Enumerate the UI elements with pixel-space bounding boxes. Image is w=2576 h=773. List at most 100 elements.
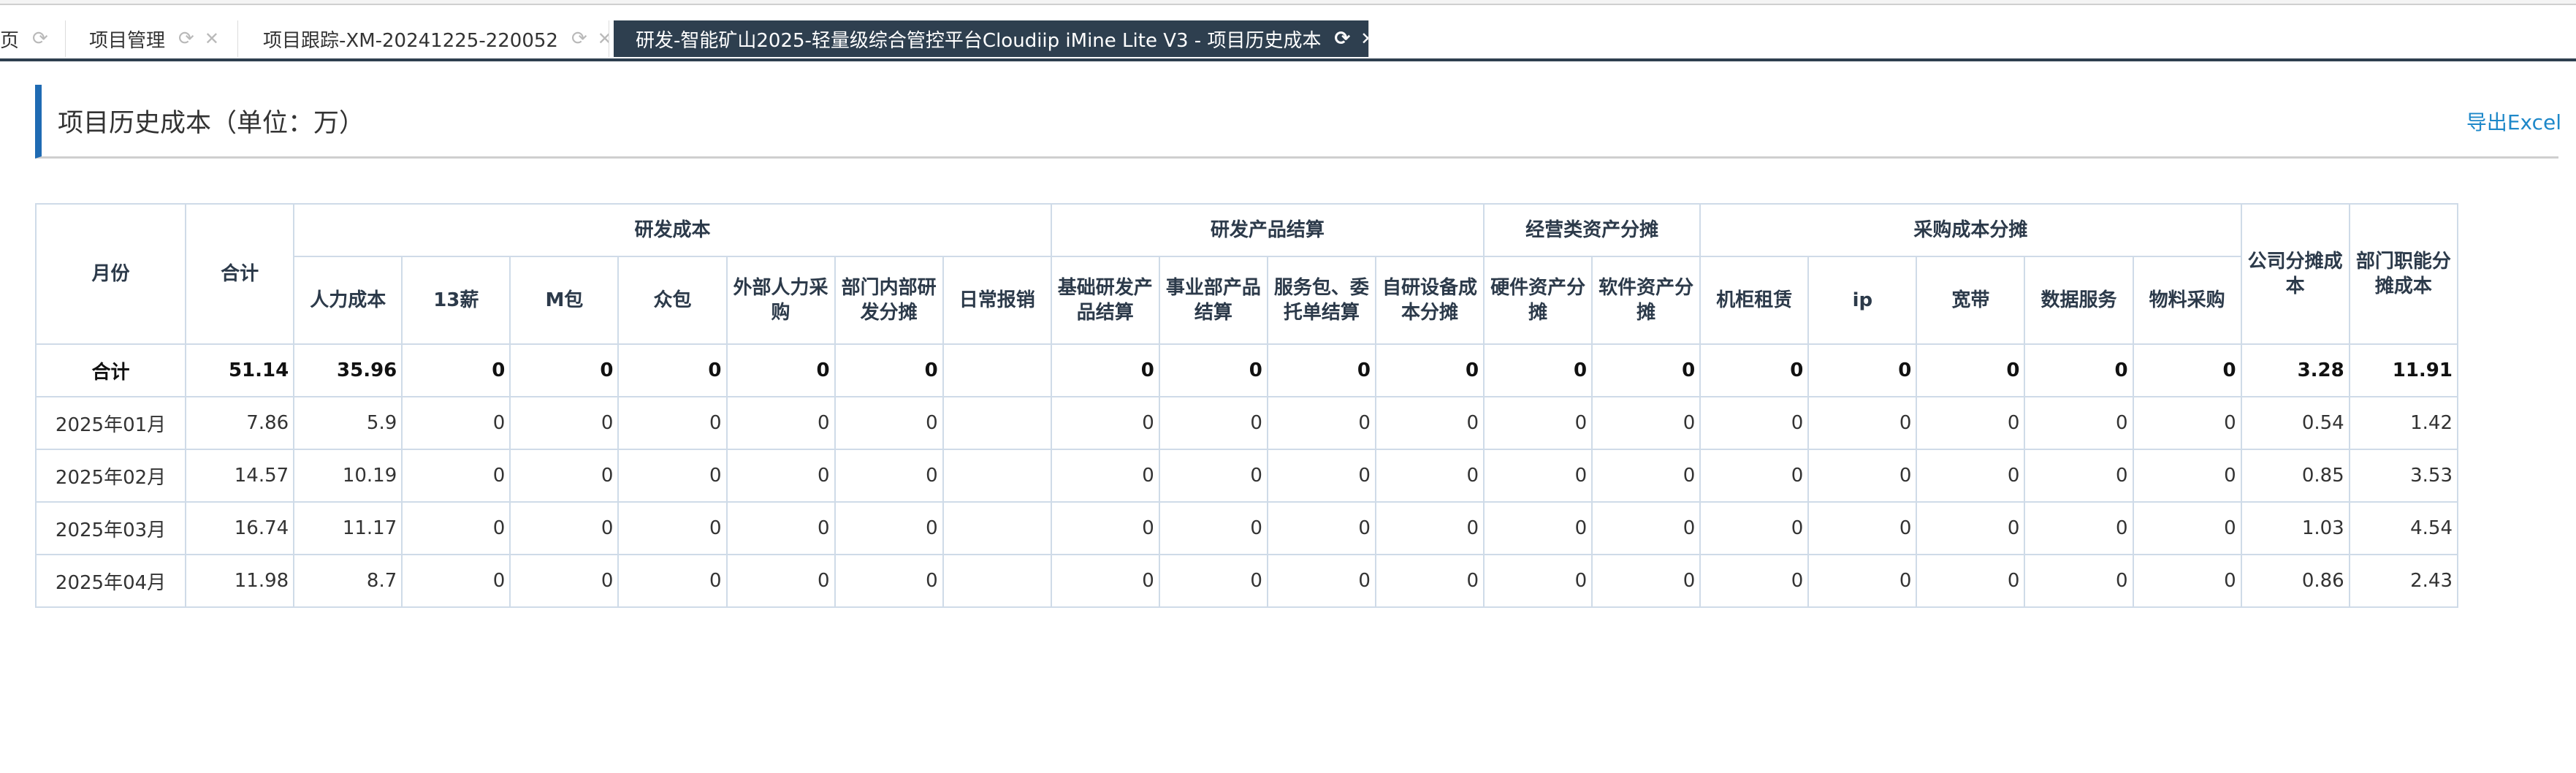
cell-value: 5.9	[293, 396, 403, 450]
cell-value: 0	[617, 554, 728, 608]
close-icon[interactable]: ✕	[598, 28, 609, 49]
cell-value: 0	[834, 343, 944, 397]
cell-value	[942, 449, 1052, 503]
tab-label: 项目跟踪-XM-20241225-220052	[263, 29, 558, 52]
header-ip: ip	[1807, 256, 1918, 345]
cell-value: 0	[1699, 396, 1810, 450]
cell-value: 0	[834, 501, 944, 555]
tab-home[interactable]: 页 ⟳	[0, 20, 66, 57]
cell-value: 0	[1374, 449, 1485, 503]
header-total: 合计	[185, 203, 295, 345]
cell-value: 0	[1916, 501, 2026, 555]
cell-value: 0	[401, 396, 511, 450]
cell-value: 0	[834, 449, 944, 503]
refresh-icon[interactable]: ⟳	[571, 28, 587, 50]
cell-value: 0	[1483, 554, 1593, 608]
cell-value: 0	[401, 554, 511, 608]
cell-total: 51.14	[185, 343, 295, 397]
cell-value: 0	[1158, 501, 1268, 555]
cell-value: 0	[1158, 343, 1268, 397]
cell-value: 0	[401, 449, 511, 503]
header-month: 月份	[34, 203, 187, 345]
header-daily-expense: 日常报销	[942, 256, 1052, 345]
refresh-icon[interactable]: ⟳	[32, 28, 48, 50]
cell-value: 0	[1699, 343, 1810, 397]
header-labor-cost: 人力成本	[293, 256, 403, 345]
cell-value: 0	[1591, 396, 1702, 450]
header-crowdsource: 众包	[617, 256, 728, 345]
header-internal-rd-share: 部门内部研发分摊	[834, 256, 944, 345]
cell-value: 10.19	[293, 449, 403, 503]
header-basic-rd-settlement: 基础研发产品结算	[1050, 256, 1160, 345]
cell-value: 0	[617, 396, 728, 450]
cell-company-share: 3.28	[2240, 343, 2350, 397]
cell-company-share: 0.54	[2240, 396, 2350, 450]
cell-value: 0	[1699, 501, 1810, 555]
header-hardware-asset: 硬件资产分摊	[1483, 256, 1593, 345]
cell-dept-share: 4.54	[2348, 501, 2459, 555]
tab-project-tracking[interactable]: 项目跟踪-XM-20241225-220052 ⟳ ✕	[238, 20, 609, 57]
cell-value: 0	[1050, 554, 1160, 608]
cell-value: 0	[725, 343, 836, 397]
tab-project-management[interactable]: 项目管理 ⟳ ✕	[66, 20, 238, 57]
cell-value: 0	[1050, 343, 1160, 397]
table-body: 合计 51.14 35.96 0 0 0 0 0 0 0 0 0 0 0 0 0 0 0 0 3.28 11.91 202…	[34, 343, 2459, 608]
header-service-settlement: 服务包、委托单结算	[1266, 256, 1376, 345]
cell-total: 7.86	[185, 396, 295, 450]
cell-value: 0	[2024, 554, 2134, 608]
cell-value	[942, 343, 1052, 397]
cell-value: 0	[617, 501, 728, 555]
refresh-icon[interactable]: ⟳	[1334, 28, 1350, 50]
cell-value: 0	[834, 396, 944, 450]
table-row: 2025年03月 16.74 11.17 0 0 0 0 0 0 0 0 0 0 0 0 0 0 0 0 1.03 4.…	[34, 501, 2459, 555]
cell-value: 0	[1591, 554, 1702, 608]
header-13th-salary: 13薪	[401, 256, 511, 345]
table-row: 2025年02月 14.57 10.19 0 0 0 0 0 0 0 0 0 0 0 0 0 0 0 0 0.85 3.…	[34, 449, 2459, 503]
cell-value: 0	[1807, 501, 1918, 555]
header-software-asset: 软件资产分摊	[1591, 256, 1702, 345]
refresh-icon[interactable]: ⟳	[178, 28, 194, 50]
cell-value: 0	[2132, 343, 2242, 397]
header-group-rd-cost: 研发成本	[293, 203, 1052, 257]
cell-value: 0	[1266, 396, 1376, 450]
cell-value: 0	[1916, 343, 2026, 397]
history-cost-table: 月份 合计 研发成本 研发产品结算 经营类资产分摊 采购成本分摊 公司分摊成本 …	[34, 203, 2459, 608]
cell-value: 0	[1374, 343, 1485, 397]
page-title: 项目历史成本（单位：万）	[58, 109, 365, 138]
cell-value: 0	[1374, 396, 1485, 450]
cell-value: 0	[1591, 343, 1702, 397]
cell-value: 0	[1158, 449, 1268, 503]
total-row: 合计 51.14 35.96 0 0 0 0 0 0 0 0 0 0 0 0 0 0 0 0 3.28 11.91	[34, 343, 2459, 397]
tab-label: 研发-智能矿山2025-轻量级综合管控平台Cloudiip iMine Lite…	[636, 29, 1322, 52]
header-company-share: 公司分摊成本	[2240, 203, 2350, 345]
tab-label: 页	[0, 29, 20, 52]
header-data-service: 数据服务	[2024, 256, 2134, 345]
cell-value: 0	[725, 449, 836, 503]
cell-value: 0	[509, 501, 620, 555]
cell-value	[942, 554, 1052, 608]
tab-bar: 页 ⟳ 项目管理 ⟳ ✕ 项目跟踪-XM-20241225-220052 ⟳ ✕…	[0, 20, 2576, 61]
cell-value: 0	[725, 501, 836, 555]
cell-value: 0	[1266, 449, 1376, 503]
cell-value: 0	[1158, 396, 1268, 450]
cell-value: 0	[1916, 554, 2026, 608]
cell-value	[942, 396, 1052, 450]
cell-value: 0	[2132, 449, 2242, 503]
cell-month: 合计	[34, 343, 187, 397]
cell-value: 0	[1050, 449, 1160, 503]
cell-value: 0	[1916, 449, 2026, 503]
header-group-asset-share: 经营类资产分摊	[1483, 203, 1702, 257]
cell-value: 0	[834, 554, 944, 608]
header-external-labor: 外部人力采购	[725, 256, 836, 345]
tab-project-history-cost[interactable]: 研发-智能矿山2025-轻量级综合管控平台Cloudiip iMine Lite…	[614, 20, 1369, 57]
header-group-purchase-share: 采购成本分摊	[1699, 203, 2242, 257]
close-icon[interactable]: ✕	[1360, 28, 1368, 49]
cell-value: 0	[725, 396, 836, 450]
cell-value: 0	[1374, 501, 1485, 555]
cell-value: 0	[1591, 449, 1702, 503]
cell-value: 0	[2132, 501, 2242, 555]
tab-label: 项目管理	[89, 29, 166, 52]
cell-company-share: 0.86	[2240, 554, 2350, 608]
close-icon[interactable]: ✕	[205, 28, 219, 49]
export-excel-link[interactable]: 导出Excel	[2466, 107, 2561, 136]
